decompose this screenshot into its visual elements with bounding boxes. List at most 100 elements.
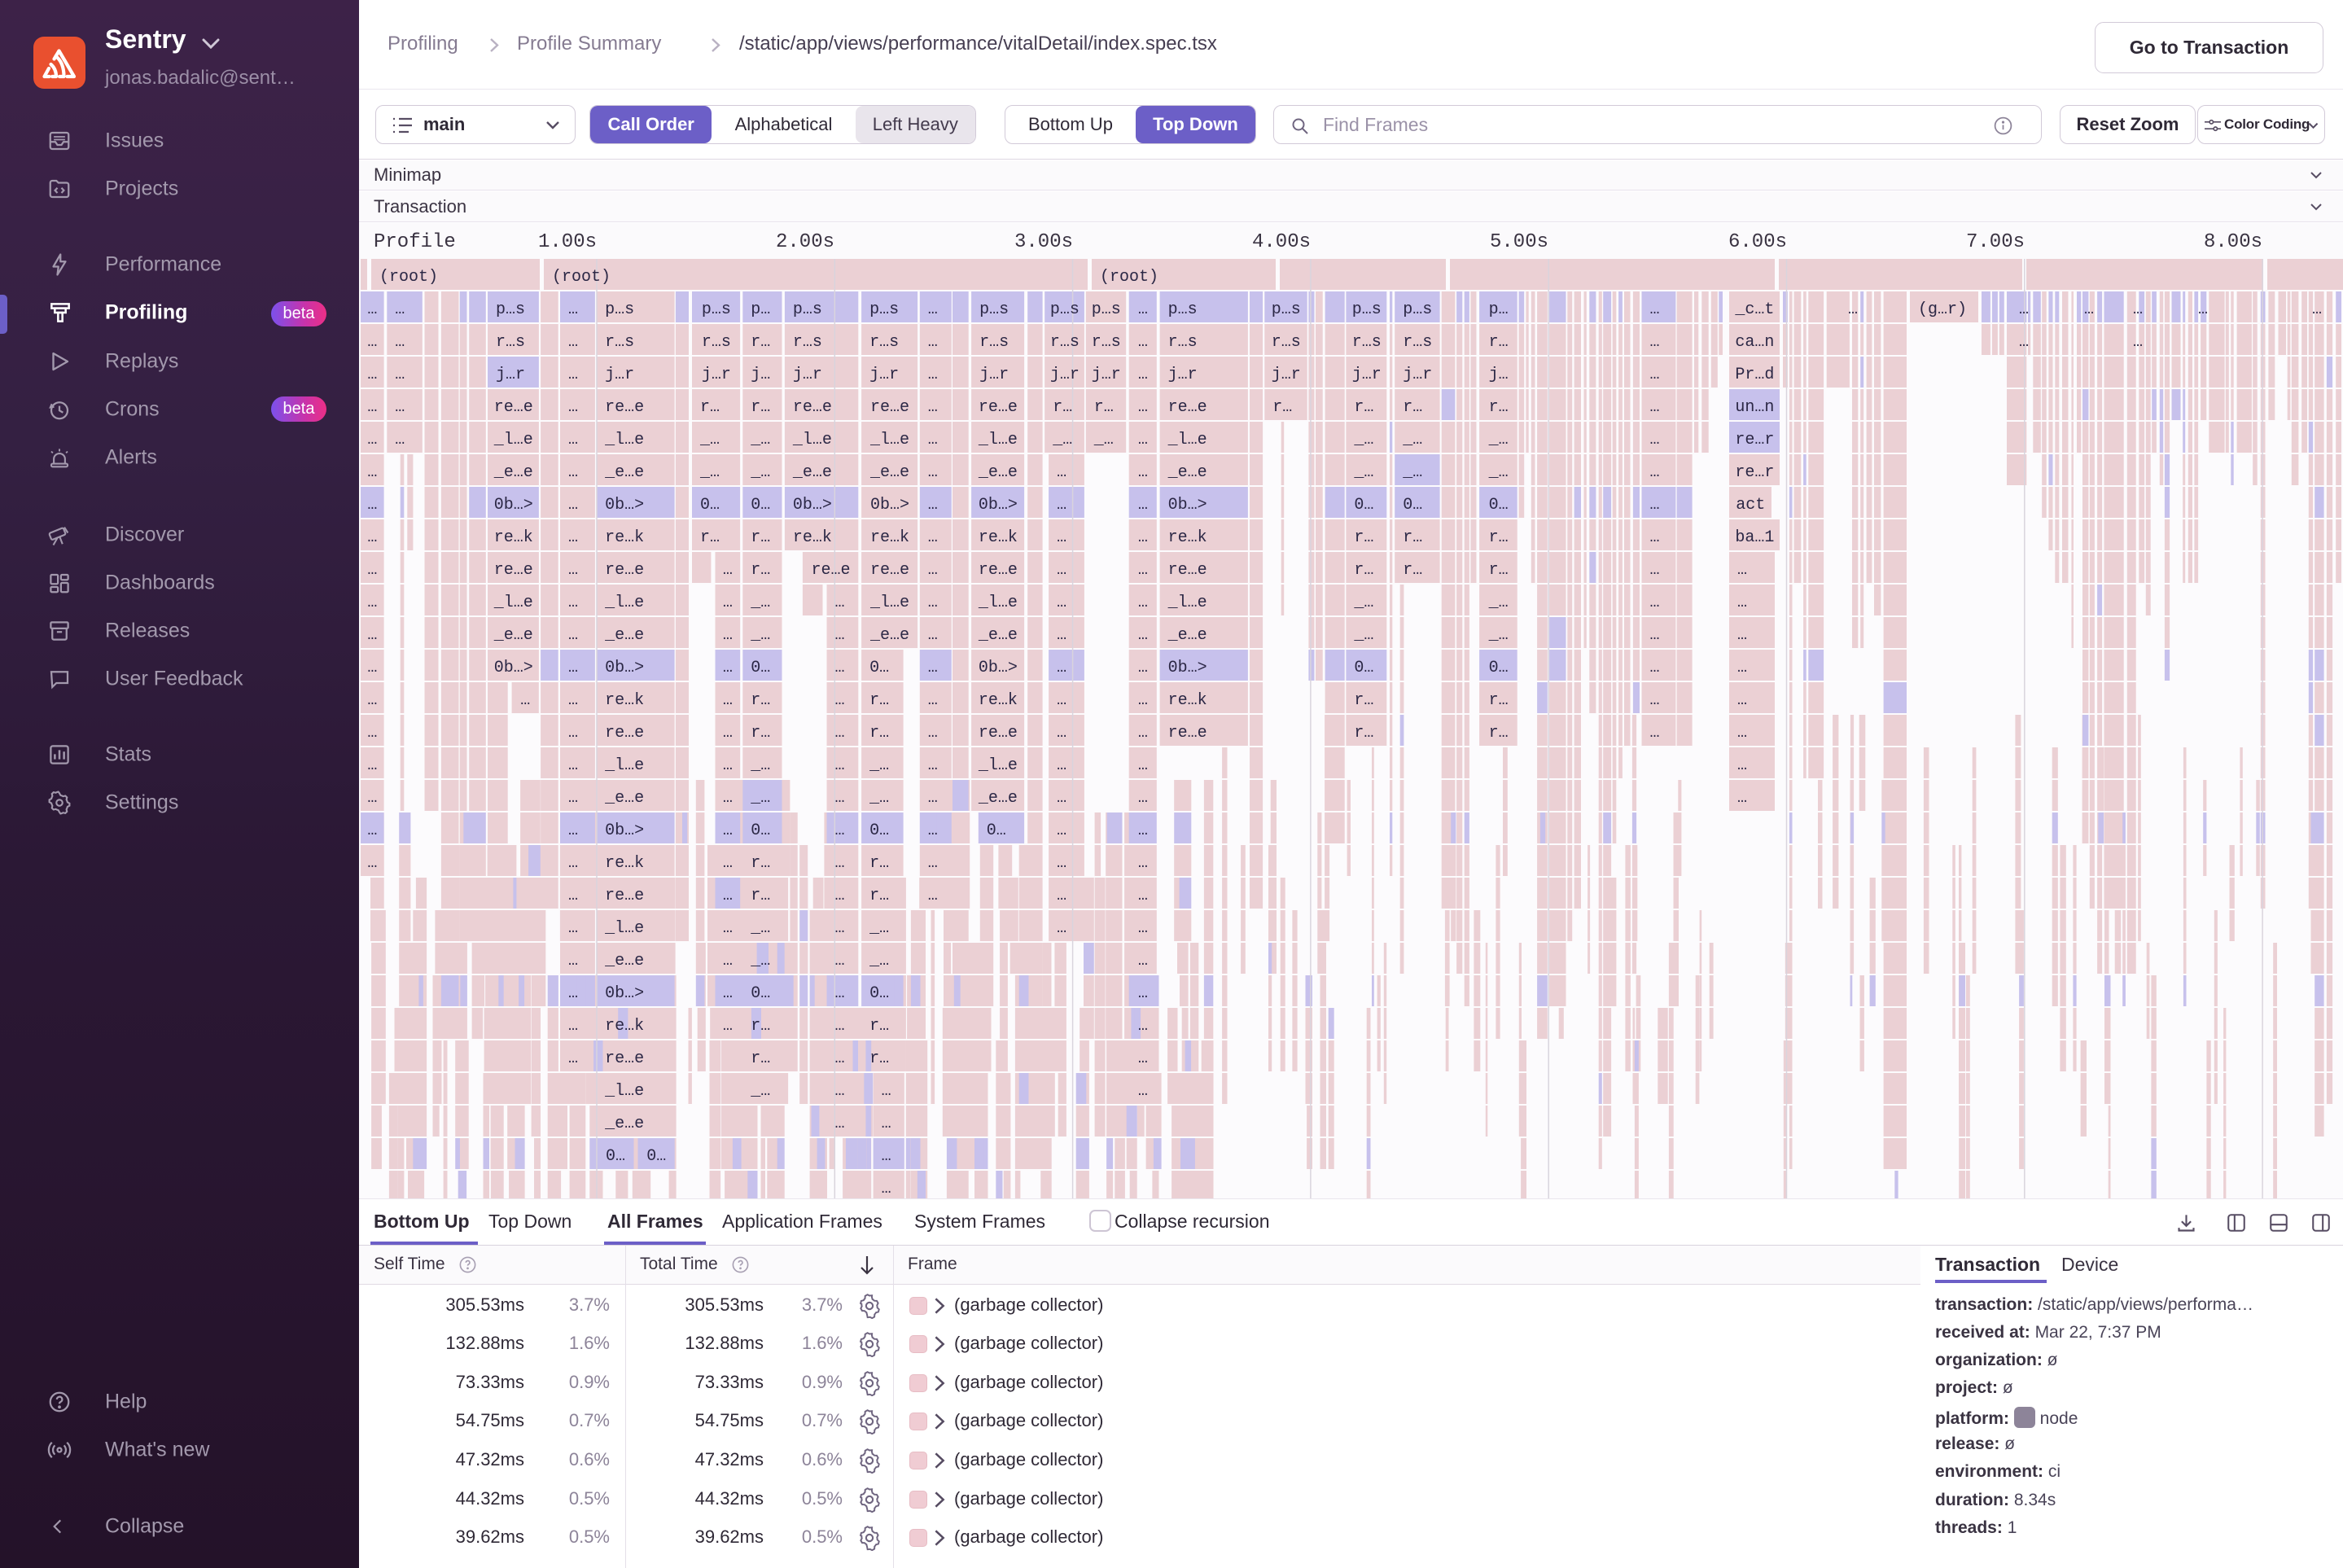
svg-text:r…: r… <box>869 691 889 710</box>
svg-text:_…: _… <box>1353 593 1373 612</box>
svg-text:r…s: r…s <box>1168 333 1198 352</box>
svg-text:…: … <box>723 626 733 645</box>
svg-text:un…n: un…n <box>1735 398 1774 417</box>
svg-text:0…: 0… <box>606 1147 625 1166</box>
svg-text:…: … <box>367 561 377 580</box>
svg-text:…: … <box>1138 398 1148 417</box>
svg-text:re…k: re…k <box>979 528 1018 547</box>
svg-text:re…e: re…e <box>1168 724 1207 742</box>
svg-text:…: … <box>568 691 578 710</box>
svg-text:…: … <box>882 1147 891 1166</box>
svg-text:p…s: p…s <box>605 300 634 319</box>
svg-text:…: … <box>1650 398 1660 417</box>
svg-text:…: … <box>568 789 578 808</box>
svg-text:r…: r… <box>700 398 720 417</box>
svg-text:…: … <box>367 300 377 319</box>
svg-text:0b…>: 0b…> <box>870 496 909 515</box>
svg-text:_c…t: _c…t <box>1734 300 1774 319</box>
svg-text:…: … <box>568 724 578 742</box>
svg-text:r…: r… <box>1489 724 1509 742</box>
svg-text:…: … <box>1138 724 1148 742</box>
svg-text:re…e: re…e <box>870 561 909 580</box>
svg-text:_…: _… <box>1353 626 1373 645</box>
svg-text:r…: r… <box>1354 398 1373 417</box>
svg-text:_…: _… <box>1353 463 1373 482</box>
svg-text:…: … <box>928 789 938 808</box>
svg-text:…: … <box>723 887 733 905</box>
svg-text:r…s: r…s <box>979 333 1009 352</box>
svg-text:r…: r… <box>751 887 770 905</box>
svg-text:…: … <box>1650 366 1660 384</box>
svg-text:…: … <box>1138 756 1148 775</box>
svg-text:…: … <box>1737 561 1747 580</box>
svg-text:r…s: r…s <box>1092 333 1121 352</box>
svg-text:…: … <box>1138 561 1148 580</box>
svg-text:…: … <box>568 756 578 775</box>
svg-text:…: … <box>568 821 578 840</box>
svg-text:…: … <box>1737 724 1747 742</box>
svg-text:…: … <box>568 496 578 515</box>
svg-text:…: … <box>395 333 405 352</box>
svg-text:…: … <box>928 626 938 645</box>
svg-text:_…: _… <box>750 626 770 645</box>
svg-text:r…: r… <box>869 854 889 873</box>
svg-text:…: … <box>367 626 377 645</box>
svg-text:…: … <box>1138 691 1148 710</box>
svg-text:r…s: r…s <box>702 333 731 352</box>
svg-text:…: … <box>835 659 845 677</box>
svg-text:re…e: re…e <box>605 887 644 905</box>
svg-text:…: … <box>1650 691 1660 710</box>
svg-text:…: … <box>395 431 405 449</box>
svg-text:…: … <box>928 691 938 710</box>
svg-text:_e…e: _e…e <box>978 463 1018 482</box>
svg-text:…: … <box>928 528 938 547</box>
svg-text:re…r: re…r <box>1735 463 1774 482</box>
svg-text:p…s: p…s <box>869 300 899 319</box>
svg-text:0b…>: 0b…> <box>1168 659 1207 677</box>
svg-text:…: … <box>928 659 938 677</box>
svg-text:_e…e: _e…e <box>1167 626 1207 645</box>
svg-text:_e…e: _e…e <box>978 626 1018 645</box>
svg-text:…: … <box>723 593 733 612</box>
svg-text:j…r: j…r <box>496 366 525 384</box>
svg-text:_…: _… <box>1402 431 1422 449</box>
svg-text:…: … <box>1057 626 1066 645</box>
svg-text:…: … <box>723 1017 733 1036</box>
svg-text:…: … <box>1057 593 1066 612</box>
svg-text:…: … <box>882 1082 891 1101</box>
svg-text:ba…1: ba…1 <box>1735 528 1774 547</box>
svg-text:…: … <box>1138 984 1148 1003</box>
svg-text:…: … <box>2133 300 2143 319</box>
svg-text:…: … <box>1138 366 1148 384</box>
svg-text:…: … <box>1138 333 1148 352</box>
svg-text:p…s: p…s <box>1092 300 1121 319</box>
svg-text:_…: _… <box>1353 431 1373 449</box>
svg-text:…: … <box>367 789 377 808</box>
svg-text:…: … <box>1057 691 1066 710</box>
svg-text:…: … <box>2019 333 2029 352</box>
svg-text:re…k: re…k <box>1168 691 1207 710</box>
svg-text:_…: _… <box>1488 431 1509 449</box>
svg-text:…: … <box>367 463 377 482</box>
svg-text:_l…e: _l…e <box>869 593 909 612</box>
svg-text:_…: _… <box>1488 463 1509 482</box>
svg-text:re…k: re…k <box>605 854 644 873</box>
svg-text:…: … <box>928 724 938 742</box>
svg-text:re…e: re…e <box>1168 398 1207 417</box>
svg-text:…: … <box>723 919 733 938</box>
svg-text:…: … <box>835 626 845 645</box>
svg-text:…: … <box>928 463 938 482</box>
svg-text:re…e: re…e <box>870 398 909 417</box>
svg-text:…: … <box>1138 300 1148 319</box>
svg-text:p…s: p…s <box>793 300 822 319</box>
svg-text:…: … <box>367 496 377 515</box>
svg-text:…: … <box>568 659 578 677</box>
svg-text:…: … <box>520 691 530 710</box>
svg-text:…: … <box>1138 1082 1148 1101</box>
svg-text:r…: r… <box>751 561 770 580</box>
svg-text:…: … <box>835 756 845 775</box>
svg-text:…: … <box>568 463 578 482</box>
svg-text:…: … <box>723 561 733 580</box>
svg-text:…: … <box>835 821 845 840</box>
svg-text:0b…>: 0b…> <box>494 659 533 677</box>
